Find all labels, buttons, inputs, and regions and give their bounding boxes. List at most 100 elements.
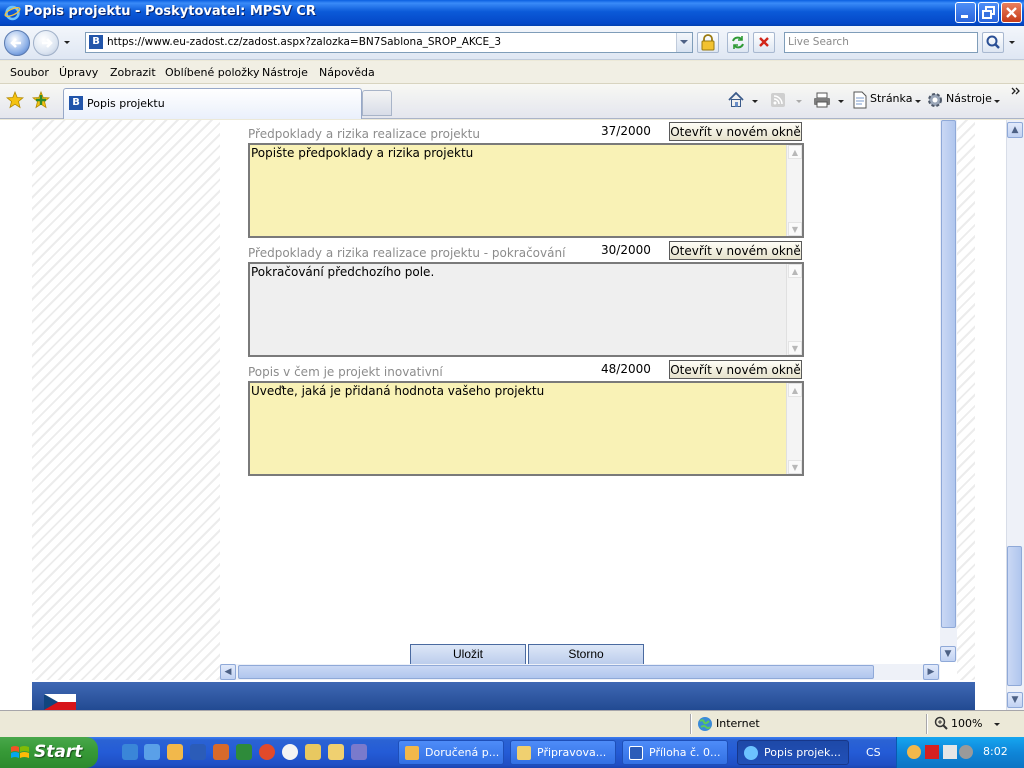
page-scroll-down-button[interactable]: ▼ xyxy=(1007,692,1023,708)
frame-horizontal-scroll-thumb[interactable] xyxy=(238,665,874,679)
tools-menu-icon-wrap[interactable] xyxy=(926,91,944,109)
cancel-button[interactable]: Storno xyxy=(528,644,644,665)
open-in-new-window-button[interactable]: Otevřít v novém okně xyxy=(669,122,802,141)
favorites-center-button[interactable] xyxy=(5,90,25,109)
ie-quicklaunch-icon[interactable] xyxy=(122,744,138,760)
media-quicklaunch-icon[interactable] xyxy=(259,744,275,760)
scroll-up-icon[interactable]: ▲ xyxy=(788,264,802,278)
open-in-new-window-button[interactable]: Otevřít v novém okně xyxy=(669,241,802,260)
refresh-button[interactable] xyxy=(727,32,749,53)
add-favorites-button[interactable] xyxy=(31,90,51,109)
word-quicklaunch-icon[interactable] xyxy=(190,744,206,760)
menu-view[interactable]: Zobrazit xyxy=(110,66,156,79)
tray-network-icon[interactable] xyxy=(943,745,957,759)
page-menu-icon-wrap[interactable] xyxy=(851,91,869,109)
chevron-down-icon xyxy=(994,100,1000,103)
taskbar-task-outlook[interactable]: Doručená p... xyxy=(398,740,504,765)
text-area-scrollbar[interactable]: ▲ ▼ xyxy=(786,145,802,236)
player-quicklaunch-icon[interactable] xyxy=(282,744,298,760)
text-area-field-readonly[interactable]: Pokračování předchozího pole. ▲ ▼ xyxy=(248,262,804,357)
start-button[interactable]: Start xyxy=(0,737,98,768)
powerpoint-quicklaunch-icon[interactable] xyxy=(213,744,229,760)
address-field[interactable]: B https://www.eu-zadost.cz/zadost.aspx?z… xyxy=(85,32,693,53)
chevron-down-icon xyxy=(680,40,688,44)
save-button[interactable]: Uložit xyxy=(410,644,526,665)
tab-popis-projektu[interactable]: B Popis projektu xyxy=(63,88,362,119)
scroll-up-icon[interactable]: ▲ xyxy=(788,145,802,159)
toolbar-overflow-button[interactable] xyxy=(1011,86,1021,96)
status-divider xyxy=(926,714,928,734)
menu-file[interactable]: Soubor xyxy=(10,66,49,79)
tools-menu-button[interactable]: Nástroje xyxy=(946,92,992,105)
text-area-field[interactable]: Uveďte, jaká je přidaná hodnota vašeho p… xyxy=(248,381,804,476)
tools-menu-dropdown[interactable] xyxy=(993,96,1001,104)
window-title-bar[interactable]: Popis projektu - Poskytovatel: MPSV CR xyxy=(0,0,1024,26)
folder-quicklaunch-icon[interactable] xyxy=(328,744,344,760)
feeds-button[interactable] xyxy=(770,92,786,108)
search-options-dropdown[interactable] xyxy=(1007,38,1017,48)
language-indicator[interactable]: CS xyxy=(866,746,881,759)
address-dropdown-button[interactable] xyxy=(676,33,692,52)
minimize-button[interactable] xyxy=(955,2,976,23)
text-area-value: Uveďte, jaká je přidaná hodnota vašeho p… xyxy=(251,384,545,398)
menu-tools[interactable]: Nástroje xyxy=(262,66,308,79)
page-menu-dropdown[interactable] xyxy=(914,96,922,104)
scroll-down-icon[interactable]: ▼ xyxy=(788,222,802,236)
text-area-scrollbar[interactable]: ▲ ▼ xyxy=(786,383,802,474)
open-in-new-window-button[interactable]: Otevřít v novém okně xyxy=(669,360,802,379)
search-button[interactable] xyxy=(982,32,1004,53)
frame-scroll-down-button[interactable]: ▼ xyxy=(940,646,956,662)
home-button[interactable] xyxy=(727,91,745,109)
taskbar-clock[interactable]: 8:02 xyxy=(983,745,1008,758)
print-dropdown[interactable] xyxy=(837,96,845,104)
stop-button[interactable] xyxy=(753,32,775,53)
start-label: Start xyxy=(34,742,83,762)
frame-scroll-left-button[interactable]: ◀ xyxy=(220,664,236,680)
taskbar-task-ie[interactable]: Popis projek... xyxy=(737,740,849,765)
zoom-level[interactable]: 100% xyxy=(951,717,982,730)
page-scroll-up-button[interactable]: ▲ xyxy=(1007,122,1023,138)
close-window-button[interactable] xyxy=(1001,2,1022,23)
print-button[interactable] xyxy=(813,91,831,109)
menu-help[interactable]: Nápověda xyxy=(319,66,375,79)
home-dropdown[interactable] xyxy=(751,96,759,104)
chevron-down-icon[interactable] xyxy=(993,721,1001,729)
frame-vertical-scroll-thumb[interactable] xyxy=(941,120,956,628)
forward-button[interactable] xyxy=(33,30,59,56)
task-label: Připravova... xyxy=(537,746,607,759)
close-icon xyxy=(1006,7,1017,18)
ie-logo-icon xyxy=(4,5,21,21)
scroll-down-icon[interactable]: ▼ xyxy=(788,460,802,474)
page-vertical-scroll-thumb[interactable] xyxy=(1007,546,1022,686)
recent-pages-dropdown[interactable] xyxy=(62,38,72,48)
taskbar-task-word[interactable]: Příloha č. 0... xyxy=(622,740,728,765)
star-icon xyxy=(5,90,25,109)
menu-edit[interactable]: Úpravy xyxy=(59,66,98,79)
search-icon xyxy=(986,35,1000,49)
restore-button[interactable] xyxy=(978,2,999,23)
taskbar-task-folder[interactable]: Připravova... xyxy=(510,740,616,765)
field-label: Předpoklady a rizika realizace projektu xyxy=(248,127,480,141)
ie-alt-quicklaunch-icon[interactable] xyxy=(144,744,160,760)
desktop-quicklaunch-icon[interactable] xyxy=(305,744,321,760)
outlook-quicklaunch-icon[interactable] xyxy=(167,744,183,760)
text-area-field[interactable]: Popište předpoklady a rizika projektu ▲ … xyxy=(248,143,804,238)
back-button[interactable] xyxy=(4,30,30,56)
menu-favorites[interactable]: Oblíbené položky xyxy=(165,66,260,79)
page-menu-button[interactable]: Stránka xyxy=(870,92,912,105)
search-input[interactable]: Live Search xyxy=(784,32,978,53)
security-lock-button[interactable] xyxy=(697,32,719,53)
security-zone-label: Internet xyxy=(716,717,760,730)
excel-quicklaunch-icon[interactable] xyxy=(236,744,252,760)
address-url[interactable]: https://www.eu-zadost.cz/zadost.aspx?zal… xyxy=(107,36,501,48)
new-tab-button[interactable] xyxy=(362,90,392,116)
tray-volume-icon[interactable] xyxy=(959,745,973,759)
text-area-scrollbar[interactable]: ▲ ▼ xyxy=(786,264,802,355)
frame-scroll-right-button[interactable]: ▶ xyxy=(923,664,939,680)
app-quicklaunch-icon[interactable] xyxy=(351,744,367,760)
feeds-dropdown[interactable] xyxy=(795,96,803,104)
scroll-up-icon[interactable]: ▲ xyxy=(788,383,802,397)
scroll-down-icon[interactable]: ▼ xyxy=(788,341,802,355)
tray-clock-app-icon[interactable] xyxy=(907,745,921,759)
tray-antivirus-icon[interactable] xyxy=(925,745,939,759)
